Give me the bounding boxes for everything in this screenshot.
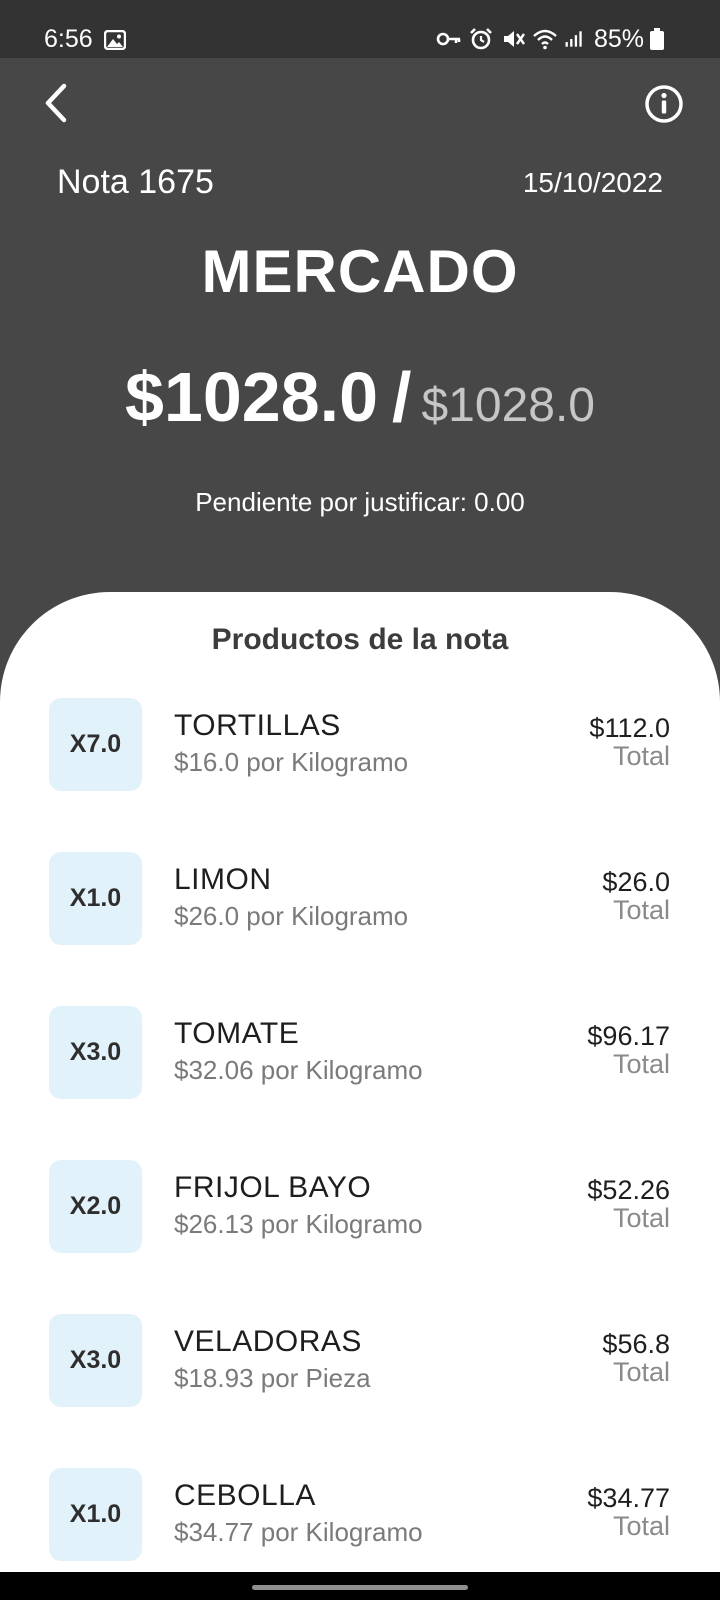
quantity-badge: X7.0 (49, 698, 142, 791)
wifi-icon (533, 29, 557, 50)
products-sheet: Productos de la nota X7.0 TORTILLAS $16.… (0, 592, 720, 1600)
product-total-label: Total (612, 1511, 670, 1541)
amount-spent: $1028.0 (124, 358, 379, 436)
quantity-badge: X1.0 (49, 852, 142, 945)
info-button[interactable] (644, 84, 684, 124)
status-bar: 6:56 85% (0, 0, 720, 58)
product-row[interactable]: X2.0 FRIJOL BAYO $26.13 por Kilogramo $5… (0, 1160, 720, 1260)
product-unit-price: $16.0 por Kilogramo (174, 747, 409, 777)
battery-level: 85% (593, 25, 644, 53)
image-icon (104, 30, 126, 50)
product-name: LIMON (174, 863, 272, 896)
note-detail-screen: 6:56 85% Nota 1675 15/10/2022 MERCADO $1… (0, 0, 720, 1600)
status-icons: 85% (436, 24, 664, 54)
product-row[interactable]: X3.0 VELADORAS $18.93 por Pieza $56.8 To… (0, 1314, 720, 1414)
amount-summary: $1028.0/$1028.0 (0, 356, 720, 458)
product-unit-price: $26.0 por Kilogramo (174, 901, 409, 931)
product-unit-price: $26.13 por Kilogramo (174, 1209, 423, 1239)
back-button[interactable] (38, 80, 78, 126)
product-total-label: Total (612, 741, 670, 771)
product-name: VELADORAS (174, 1325, 362, 1358)
category-title: MERCADO (201, 238, 519, 305)
product-row[interactable]: X1.0 LIMON $26.0 por Kilogramo $26.0 Tot… (0, 852, 720, 952)
mute-icon (503, 31, 525, 47)
product-name: TOMATE (174, 1017, 300, 1050)
quantity-badge: X3.0 (49, 1314, 142, 1407)
product-row[interactable]: X3.0 TOMATE $32.06 por Kilogramo $96.17 … (0, 1006, 720, 1106)
alarm-icon (470, 28, 492, 50)
navigation-bar (0, 1572, 720, 1600)
product-name: CEBOLLA (174, 1479, 316, 1512)
note-number: Nota 1675 (57, 163, 214, 201)
status-time: 6:56 (44, 25, 93, 53)
product-unit-price: $32.06 por Kilogramo (174, 1055, 423, 1085)
product-total-label: Total (612, 1203, 670, 1233)
product-name: TORTILLAS (174, 709, 341, 742)
signal-icon (565, 31, 582, 47)
quantity-badge: X1.0 (49, 1468, 142, 1561)
key-icon (436, 32, 461, 46)
products-title: Productos de la nota (211, 623, 509, 656)
product-unit-price: $18.93 por Pieza (174, 1363, 371, 1393)
quantity-badge: X2.0 (49, 1160, 142, 1253)
pending-justification: Pendiente por justificar: 0.00 (195, 487, 525, 517)
home-gesture-handle[interactable] (252, 1585, 468, 1590)
info-icon (645, 85, 683, 123)
amount-separator: / (392, 358, 412, 436)
battery-icon (650, 28, 664, 50)
chevron-left-icon (45, 83, 67, 123)
amount-total: $1028.0 (421, 379, 595, 432)
note-date: 15/10/2022 (522, 167, 663, 198)
quantity-badge: X3.0 (49, 1006, 142, 1099)
product-row[interactable]: X7.0 TORTILLAS $16.0 por Kilogramo $112.… (0, 698, 720, 798)
product-name: FRIJOL BAYO (174, 1171, 372, 1204)
product-unit-price: $34.77 por Kilogramo (174, 1517, 423, 1547)
product-total-label: Total (612, 895, 670, 925)
product-total-label: Total (612, 1049, 670, 1079)
product-row[interactable]: X1.0 CEBOLLA $34.77 por Kilogramo $34.77… (0, 1468, 720, 1568)
product-total-label: Total (612, 1357, 670, 1387)
